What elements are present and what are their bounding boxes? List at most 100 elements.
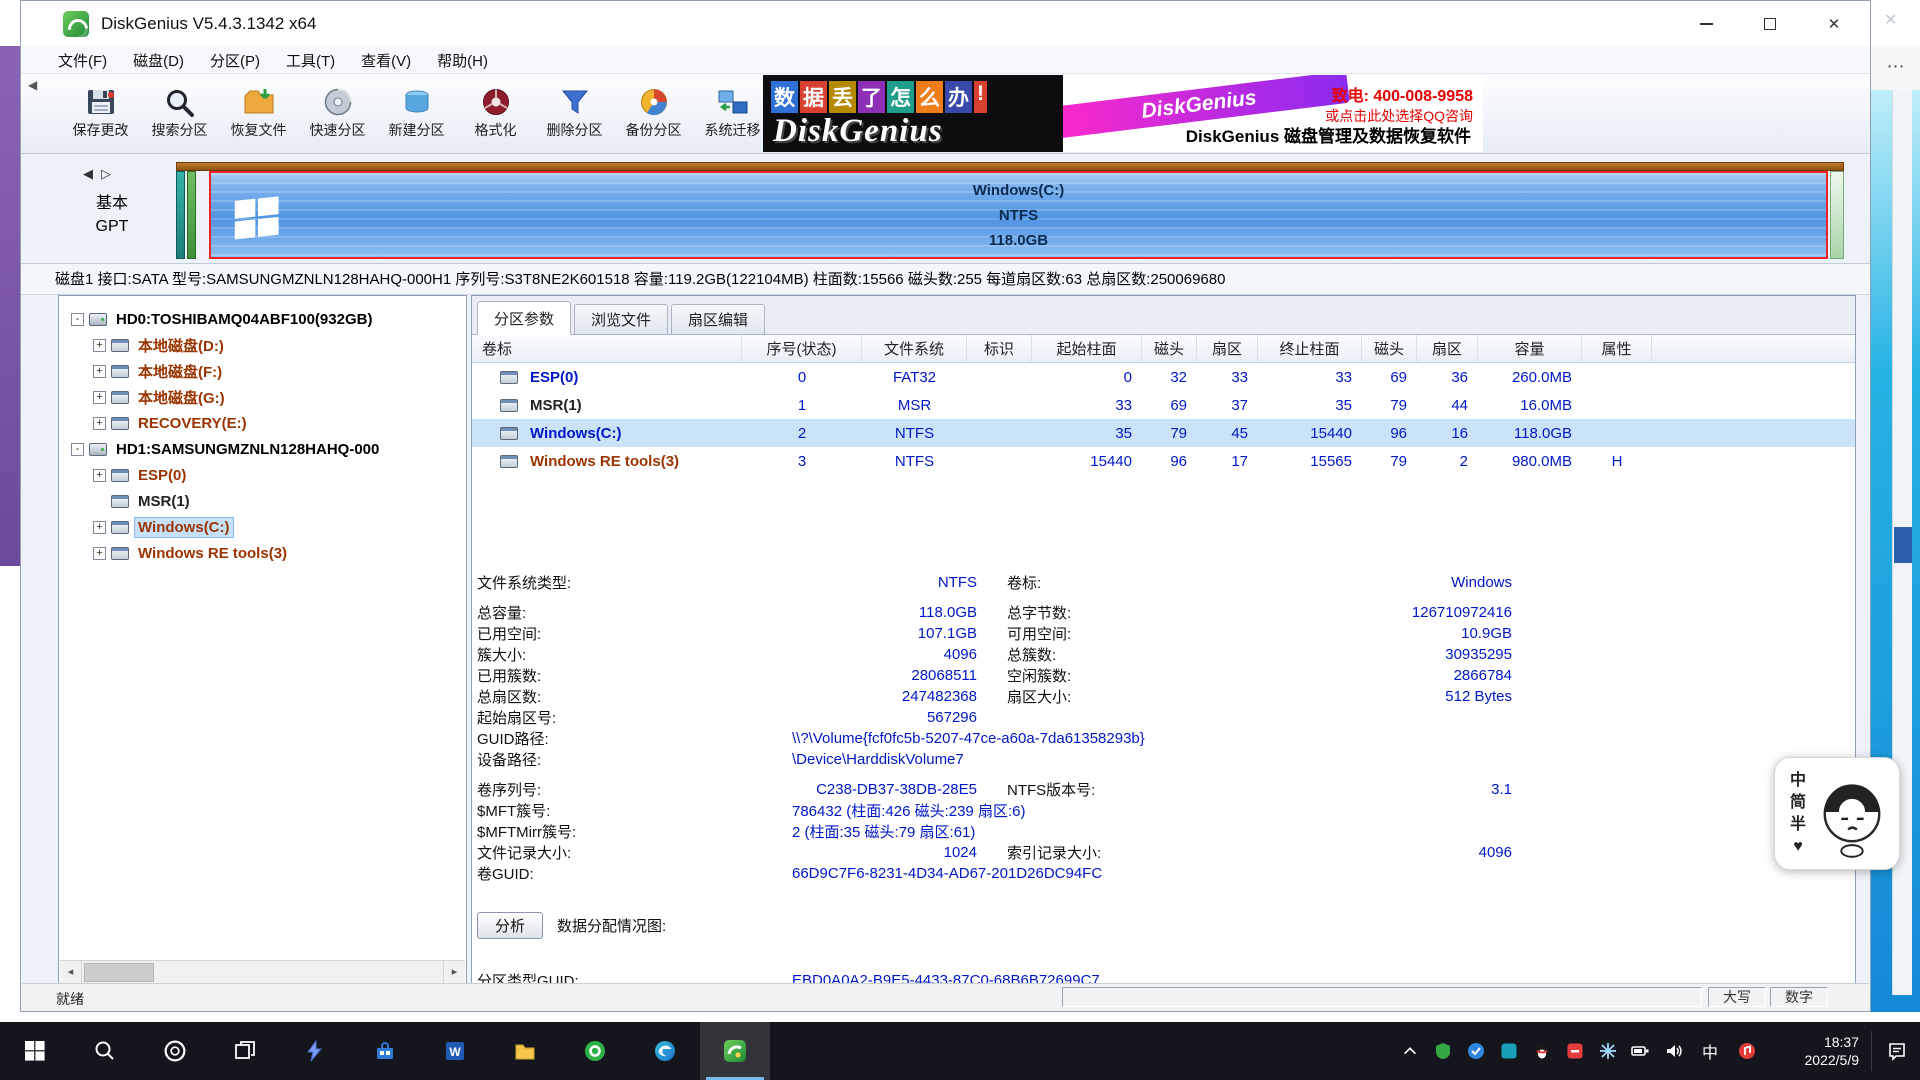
- menu-item-2[interactable]: 分区(P): [197, 47, 273, 73]
- scroll-right-icon[interactable]: ▸: [443, 961, 465, 984]
- close-button[interactable]: ✕: [1802, 1, 1866, 47]
- expand-plus-icon[interactable]: +: [93, 365, 106, 378]
- column-header-8[interactable]: 磁头: [1362, 335, 1417, 362]
- delete-partition-button[interactable]: 删除分区: [535, 77, 614, 151]
- search-partition-button[interactable]: 搜索分区: [140, 77, 219, 151]
- ime-indicator[interactable]: 中: [1690, 1039, 1730, 1063]
- detail-label: 已用空间:: [477, 623, 747, 644]
- column-header-11[interactable]: 属性: [1582, 335, 1652, 362]
- expand-plus-icon[interactable]: +: [93, 547, 106, 560]
- nav-back-small-icon[interactable]: ◀: [28, 78, 37, 92]
- taskbar-word-button[interactable]: W: [420, 1022, 490, 1080]
- minimize-button[interactable]: [1674, 1, 1738, 47]
- tray-shield-icon[interactable]: [1426, 1022, 1459, 1080]
- taskbar-lightning-button[interactable]: [280, 1022, 350, 1080]
- tree-item-8[interactable]: +Windows(C:): [59, 514, 466, 540]
- table-cell: FAT32: [862, 369, 967, 386]
- partition-bar-windows-c[interactable]: Windows(C:) NTFS 118.0GB: [209, 171, 1828, 259]
- backup-partition-button[interactable]: 备份分区: [614, 77, 693, 151]
- menu-item-3[interactable]: 工具(T): [273, 47, 348, 73]
- column-header-3[interactable]: 标识: [967, 335, 1032, 362]
- column-header-4[interactable]: 起始柱面: [1032, 335, 1142, 362]
- tree-item-5[interactable]: -HD1:SAMSUNGMZNLN128HAHQ-000: [59, 436, 466, 462]
- taskbar-search-button[interactable]: [70, 1022, 140, 1080]
- column-header-5[interactable]: 磁头: [1142, 335, 1197, 362]
- collapse-minus-icon[interactable]: -: [71, 443, 84, 456]
- taskbar-start-button[interactable]: [0, 1022, 70, 1080]
- tab-0[interactable]: 分区参数: [477, 301, 571, 335]
- tree-item-3[interactable]: +本地磁盘(G:): [59, 384, 466, 410]
- music-tray-icon[interactable]: [1730, 1022, 1763, 1080]
- expand-plus-icon[interactable]: +: [93, 417, 106, 430]
- column-header-9[interactable]: 扇区: [1417, 335, 1478, 362]
- partition-bar-esp[interactable]: [176, 171, 185, 259]
- nav-back-icon[interactable]: ◀: [83, 166, 93, 181]
- taskbar-store-button[interactable]: [350, 1022, 420, 1080]
- column-header-7[interactable]: 终止柱面: [1258, 335, 1362, 362]
- table-row-3[interactable]: Windows RE tools(3)3NTFS1544096171556579…: [472, 447, 1855, 475]
- taskbar-diskgenius-button[interactable]: [700, 1022, 770, 1080]
- column-header-2[interactable]: 文件系统: [862, 335, 967, 362]
- table-row-1[interactable]: MSR(1)1MSR33693735794416.0MB: [472, 391, 1855, 419]
- taskbar-taskview-button[interactable]: [210, 1022, 280, 1080]
- taskbar-explorer-button[interactable]: [490, 1022, 560, 1080]
- column-header-0[interactable]: 卷标: [472, 335, 742, 362]
- tree-item-1[interactable]: +本地磁盘(D:): [59, 332, 466, 358]
- format-icon: [480, 87, 512, 117]
- partition-bar-msr[interactable]: [187, 171, 196, 259]
- ad-banner[interactable]: 数据丢了怎么办! DiskGenius DiskGenius 致电: 400-0…: [763, 75, 1483, 152]
- column-header-6[interactable]: 扇区: [1197, 335, 1258, 362]
- menu-item-0[interactable]: 文件(F): [45, 47, 120, 73]
- tray-qq-icon[interactable]: [1525, 1022, 1558, 1080]
- tray-snowflake-icon[interactable]: [1591, 1022, 1624, 1080]
- column-header-10[interactable]: 容量: [1478, 335, 1582, 362]
- analyze-button[interactable]: 分析: [477, 912, 543, 939]
- tree-item-7[interactable]: MSR(1): [59, 488, 466, 514]
- background-scrollbar-thumb[interactable]: [1894, 527, 1912, 563]
- expand-plus-icon[interactable]: +: [93, 391, 106, 404]
- tab-2[interactable]: 扇区编辑: [671, 304, 765, 334]
- tree-item-0[interactable]: -HD0:TOSHIBAMQ04ABF100(932GB): [59, 306, 466, 332]
- scroll-left-icon[interactable]: ◂: [60, 961, 82, 984]
- tray-battery-icon[interactable]: [1624, 1022, 1657, 1080]
- taskbar-edge-button[interactable]: [630, 1022, 700, 1080]
- recover-files-button[interactable]: 恢复文件: [219, 77, 298, 151]
- tree-horizontal-scrollbar[interactable]: ◂ ▸: [60, 960, 465, 984]
- new-partition-button[interactable]: 新建分区: [377, 77, 456, 151]
- taskbar-cortana-button[interactable]: [140, 1022, 210, 1080]
- tray-speaker-icon[interactable]: [1657, 1022, 1690, 1080]
- maximize-button[interactable]: [1738, 1, 1802, 47]
- overflow-dots-icon[interactable]: ⋯: [1871, 46, 1920, 90]
- menu-item-1[interactable]: 磁盘(D): [120, 47, 197, 73]
- tab-1[interactable]: 浏览文件: [574, 304, 668, 334]
- action-center-icon[interactable]: [1874, 1041, 1920, 1061]
- expand-plus-icon[interactable]: +: [93, 339, 106, 352]
- tree-item-2[interactable]: +本地磁盘(F:): [59, 358, 466, 384]
- column-header-1[interactable]: 序号(状态): [742, 335, 862, 362]
- taskbar-clock[interactable]: 18:37 2022/5/9: [1763, 1033, 1869, 1069]
- tray-circle-check-icon[interactable]: [1459, 1022, 1492, 1080]
- menu-item-5[interactable]: 帮助(H): [424, 47, 501, 73]
- tray-red-icon[interactable]: [1558, 1022, 1591, 1080]
- detail-value: 247482368: [747, 688, 977, 705]
- system-migrate-button[interactable]: 系统迁移: [693, 77, 772, 151]
- tree-scrollbar-thumb[interactable]: [84, 963, 154, 982]
- taskbar-green-browser-button[interactable]: [560, 1022, 630, 1080]
- collapse-minus-icon[interactable]: -: [71, 313, 84, 326]
- expand-plus-icon[interactable]: +: [93, 469, 106, 482]
- table-row-0[interactable]: ESP(0)0FAT3203233336936260.0MB: [472, 363, 1855, 391]
- quick-partition-button[interactable]: 快速分区: [298, 77, 377, 151]
- ime-status-widget[interactable]: 中简半♥: [1774, 757, 1900, 870]
- format-button[interactable]: 格式化: [456, 77, 535, 151]
- save-button[interactable]: 保存更改: [61, 77, 140, 151]
- tray-chevron-up-icon[interactable]: [1393, 1022, 1426, 1080]
- tree-item-6[interactable]: +ESP(0): [59, 462, 466, 488]
- tree-item-4[interactable]: +RECOVERY(E:): [59, 410, 466, 436]
- partition-bar-re-tools[interactable]: [1830, 171, 1844, 259]
- expand-plus-icon[interactable]: +: [93, 521, 106, 534]
- table-row-2[interactable]: Windows(C:)2NTFS357945154409616118.0GB: [472, 419, 1855, 447]
- menu-item-4[interactable]: 查看(V): [348, 47, 424, 73]
- tree-item-9[interactable]: +Windows RE tools(3): [59, 540, 466, 566]
- nav-forward-icon[interactable]: ▷: [101, 166, 111, 181]
- tray-teal-icon[interactable]: [1492, 1022, 1525, 1080]
